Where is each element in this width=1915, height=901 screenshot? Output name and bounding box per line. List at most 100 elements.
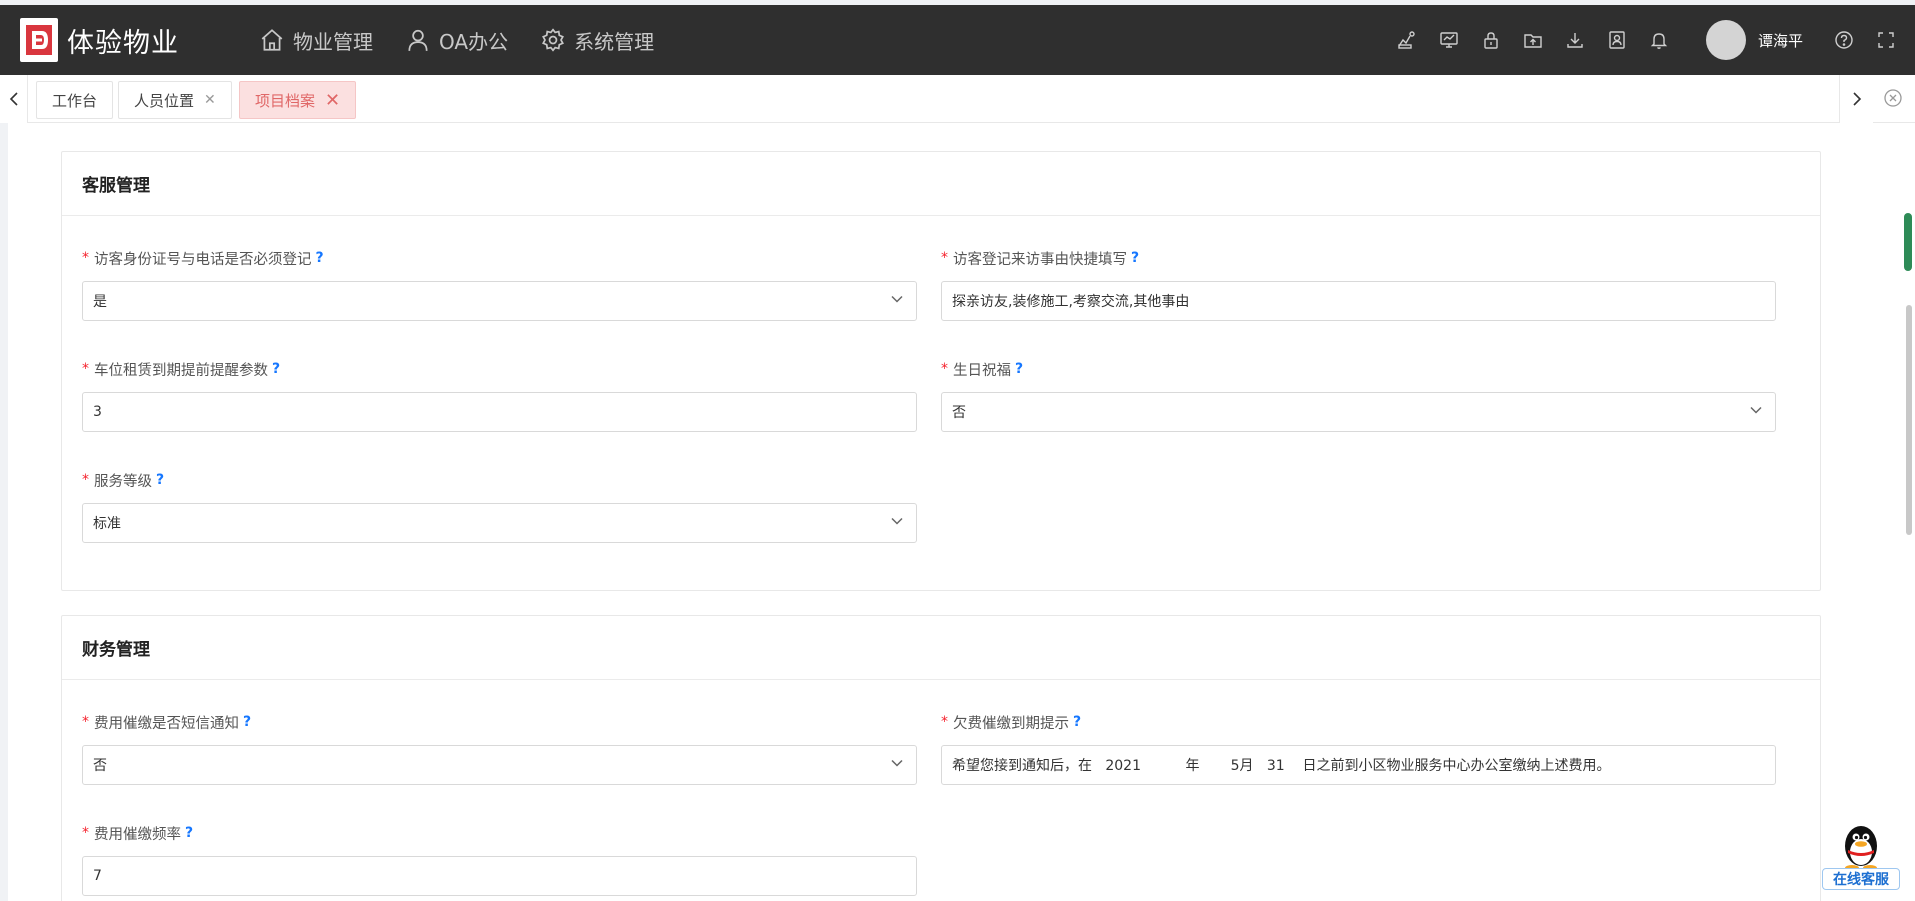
tab-workbench[interactable]: 工作台	[36, 81, 114, 119]
help-icon[interactable]: ?	[1073, 714, 1081, 730]
nav-property-management[interactable]: 物业管理	[259, 26, 373, 55]
input-value: 3	[93, 404, 102, 420]
bell-icon[interactable]	[1638, 5, 1680, 75]
select-value: 否	[93, 758, 107, 774]
help-icon[interactable]: ?	[185, 825, 193, 841]
avatar[interactable]	[1705, 20, 1746, 60]
id-phone-required-select[interactable]: 是	[82, 281, 917, 321]
required-mark: *	[941, 714, 948, 730]
field-label: 访客身份证号与电话是否必须登记	[94, 251, 312, 268]
help-icon[interactable]: ?	[1131, 250, 1139, 266]
visit-reason-input[interactable]: 探亲访友,装修施工,考察交流,其他事由	[941, 281, 1776, 321]
required-mark: *	[941, 361, 948, 377]
sms-notice-select[interactable]: 否	[82, 745, 917, 785]
gear-icon	[542, 28, 565, 52]
select-value: 是	[93, 294, 107, 310]
fullscreen-icon[interactable]	[1865, 5, 1907, 75]
monitor-icon[interactable]	[1428, 5, 1470, 75]
tab-personnel-location[interactable]: 人员位置 ✕	[118, 81, 232, 119]
close-icon[interactable]: ✕	[325, 90, 340, 111]
help-icon[interactable]: ?	[1015, 361, 1023, 377]
field-label: 费用催缴是否短信通知	[94, 715, 239, 732]
input-value: 希望您接到通知后，在 2021 年 5月 31 日之前到小区物业服务中心办公室缴…	[952, 758, 1611, 774]
help-icon[interactable]: ?	[156, 472, 164, 488]
tab-label: 工作台	[52, 91, 98, 110]
chevron-down-icon	[891, 517, 903, 525]
nav-label: 系统管理	[574, 29, 655, 54]
close-circle-icon	[1884, 89, 1902, 107]
nav-label: 物业管理	[293, 29, 373, 54]
tabs-scroll-left-button[interactable]	[0, 75, 28, 123]
input-value: 探亲访友,装修施工,考察交流,其他事由	[952, 294, 1190, 310]
field-parking-reminder: * 车位租赁到期提前提醒参数? 3	[82, 358, 917, 432]
close-all-tabs-button[interactable]	[1882, 87, 1904, 109]
chevron-down-icon	[1750, 406, 1762, 414]
field-service-level: * 服务等级? 标准	[82, 469, 917, 543]
help-circle-icon[interactable]	[1823, 5, 1865, 75]
field-label: 车位租赁到期提前提醒参数	[94, 362, 268, 379]
parking-reminder-input[interactable]: 3	[82, 392, 917, 432]
home-icon	[261, 29, 283, 51]
nav-label: OA办公	[439, 29, 509, 54]
chevron-down-icon	[891, 295, 903, 303]
penguin-icon	[1845, 826, 1877, 871]
required-mark: *	[82, 472, 89, 488]
app-title: 体验物业	[67, 27, 179, 59]
field-id-phone-required: * 访客身份证号与电话是否必须登记? 是	[82, 247, 917, 321]
main-content: 客服管理 * 访客身份证号与电话是否必须登记? 是 * 访客登记来访事由快捷填写? …	[8, 123, 1906, 901]
collect-frequency-input[interactable]: 7	[82, 856, 917, 896]
field-label: 欠费催缴到期提示	[953, 715, 1069, 732]
lock-icon[interactable]	[1470, 5, 1512, 75]
help-icon[interactable]: ?	[243, 714, 251, 730]
route-icon[interactable]	[1386, 5, 1428, 75]
field-label: 费用催缴频率	[94, 826, 181, 843]
section-title: 财务管理	[62, 616, 1820, 680]
user-icon	[408, 29, 428, 51]
tab-label: 项目档案	[255, 91, 316, 110]
required-mark: *	[941, 250, 948, 266]
app-logo[interactable]	[20, 18, 58, 62]
section-title: 客服管理	[62, 152, 1820, 216]
chevron-down-icon	[891, 759, 903, 767]
input-value: 7	[93, 868, 102, 884]
online-service-label: 在线客服	[1822, 868, 1900, 890]
select-value: 否	[952, 405, 966, 421]
nav-system-management[interactable]: 系统管理	[540, 26, 654, 55]
arrears-notice-input[interactable]: 希望您接到通知后，在 2021 年 5月 31 日之前到小区物业服务中心办公室缴…	[941, 745, 1776, 785]
field-label: 访客登记来访事由快捷填写	[953, 251, 1127, 268]
chevron-right-icon	[1852, 92, 1861, 106]
close-icon[interactable]: ✕	[204, 92, 216, 108]
required-mark: *	[82, 361, 89, 377]
tab-label: 人员位置	[134, 91, 195, 110]
contact-card-icon[interactable]	[1596, 5, 1638, 75]
top-navbar: 体验物业 物业管理 OA办公 系统管理 谭海平	[0, 5, 1915, 75]
help-icon[interactable]: ?	[272, 361, 280, 377]
field-label: 服务等级	[94, 473, 152, 490]
birthday-greeting-select[interactable]: 否	[941, 392, 1776, 432]
topbar-tools: 谭海平	[1386, 5, 1915, 75]
customer-service-card: 客服管理 * 访客身份证号与电话是否必须登记? 是 * 访客登记来访事由快捷填写? …	[61, 151, 1821, 591]
nav-oa-office[interactable]: OA办公	[405, 26, 508, 55]
scroll-indicator[interactable]	[1904, 213, 1912, 271]
required-mark: *	[82, 714, 89, 730]
field-birthday-greeting: * 生日祝福? 否	[941, 358, 1776, 432]
tabs-bar: 工作台 人员位置 ✕ 项目档案 ✕	[0, 75, 1915, 123]
username[interactable]: 谭海平	[1758, 30, 1803, 51]
field-sms-notice: * 费用催缴是否短信通知? 否	[82, 711, 917, 785]
field-collect-frequency: * 费用催缴频率? 7	[82, 822, 917, 896]
upload-folder-icon[interactable]	[1512, 5, 1554, 75]
select-value: 标准	[93, 516, 121, 532]
required-mark: *	[82, 250, 89, 266]
download-icon[interactable]	[1554, 5, 1596, 75]
field-visit-reason-quick: * 访客登记来访事由快捷填写? 探亲访友,装修施工,考察交流,其他事由	[941, 247, 1776, 321]
online-service-widget[interactable]: 在线客服	[1822, 822, 1900, 890]
service-level-select[interactable]: 标准	[82, 503, 917, 543]
tab-project-archive[interactable]: 项目档案 ✕	[239, 81, 357, 119]
tabs-scroll-right-button[interactable]	[1839, 75, 1873, 123]
chevron-left-icon	[9, 92, 18, 106]
field-label: 生日祝福	[953, 362, 1011, 379]
help-icon[interactable]: ?	[316, 250, 324, 266]
required-mark: *	[82, 825, 89, 841]
field-arrears-due-notice: * 欠费催缴到期提示? 希望您接到通知后，在 2021 年 5月 31 日之前到小…	[941, 711, 1776, 785]
scrollbar-thumb[interactable]	[1906, 305, 1912, 535]
